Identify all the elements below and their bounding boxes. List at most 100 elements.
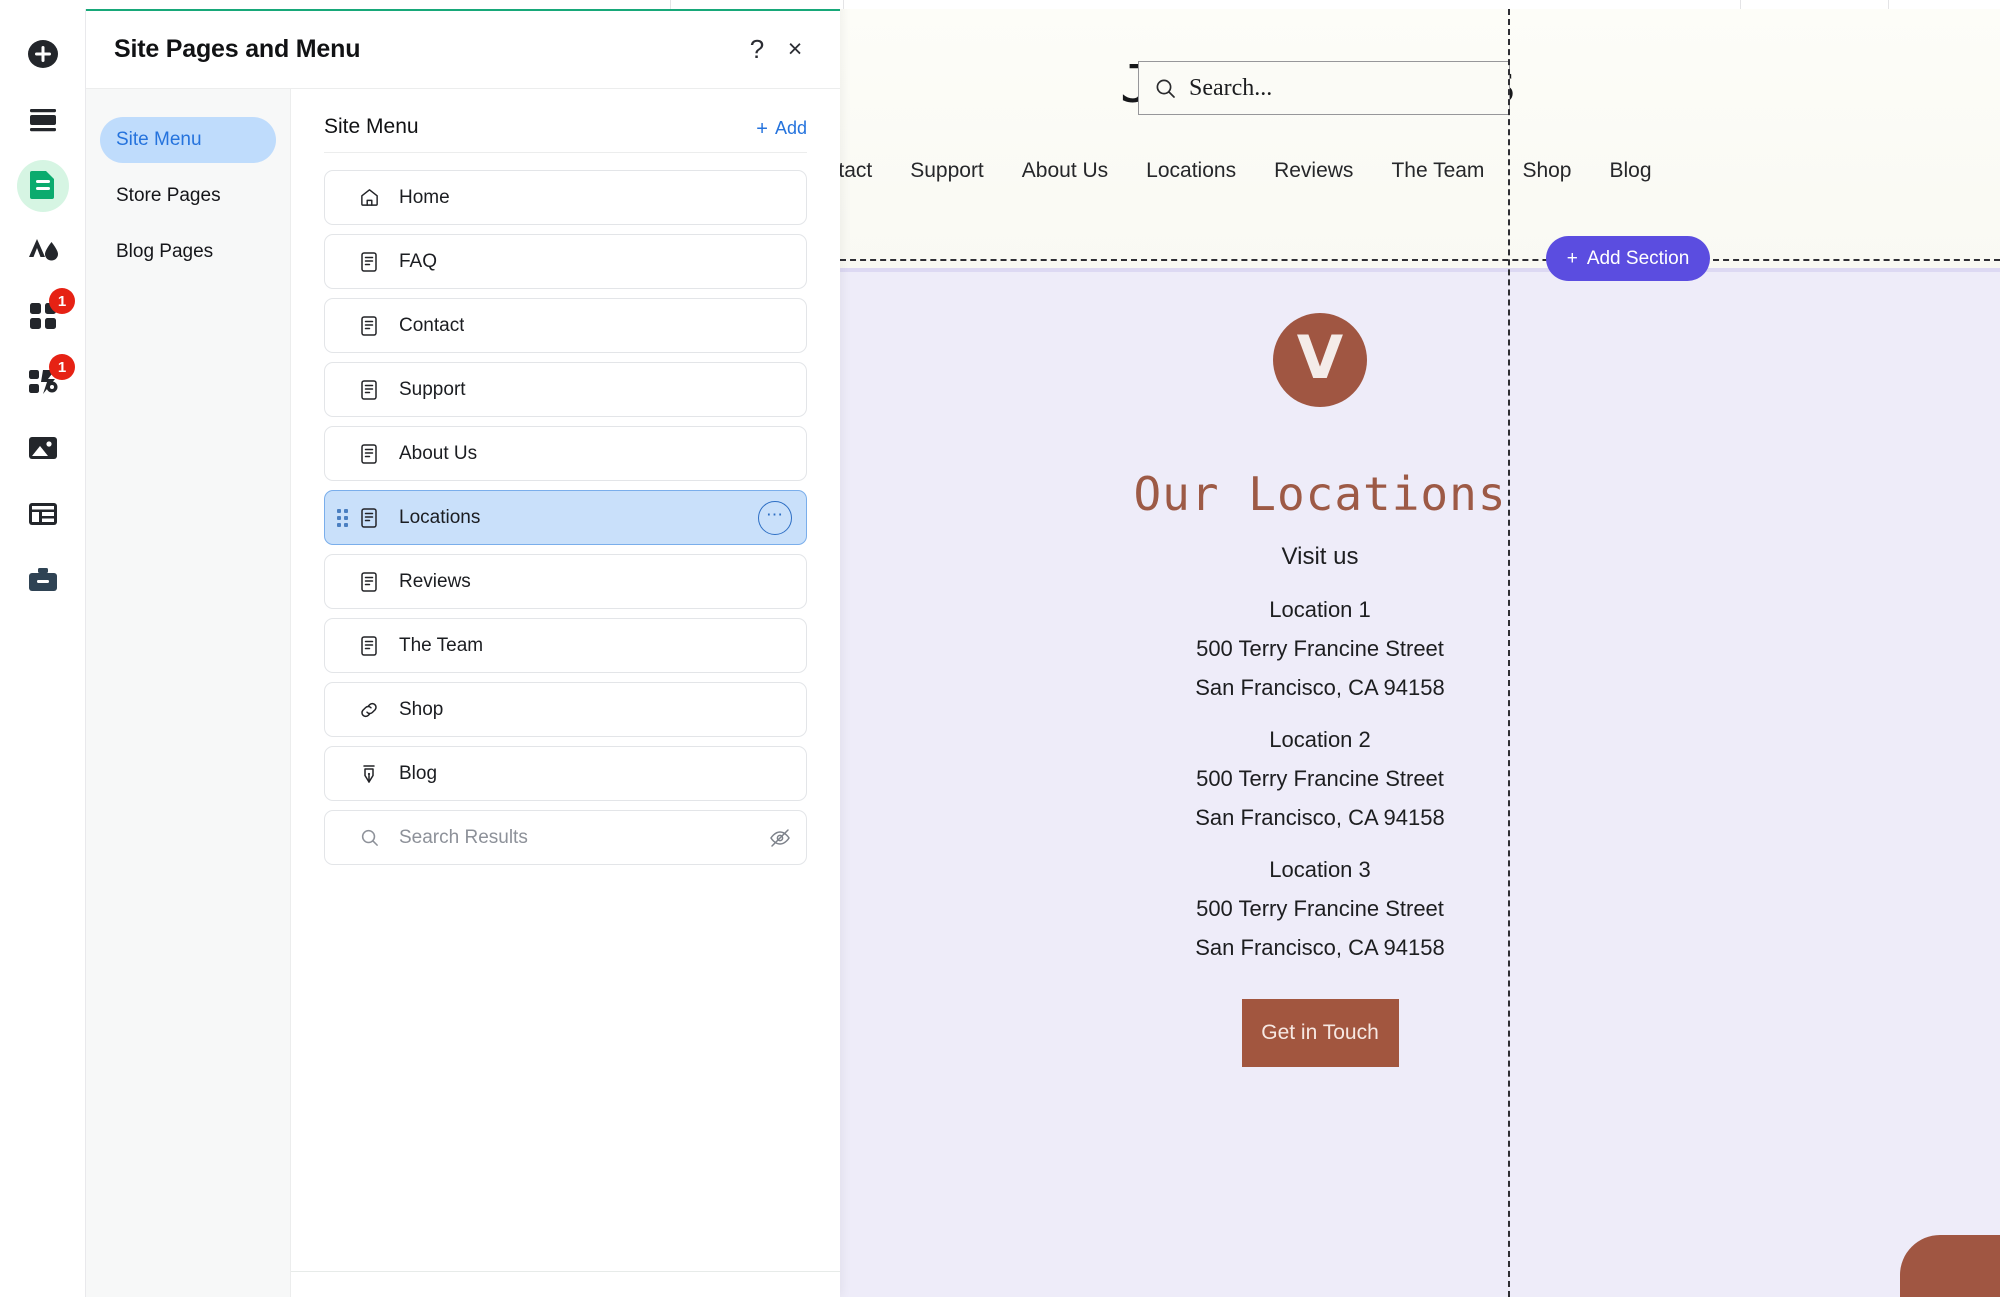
rail-item-sections[interactable] [0, 94, 86, 150]
pen-nib-icon [356, 763, 382, 785]
menu-item-label: Search Results [399, 826, 528, 848]
rail-item-pages[interactable] [0, 158, 86, 214]
top-strip-divider [1888, 0, 1889, 9]
page-icon [356, 571, 382, 593]
add-section-divider: + Add Section [840, 236, 2000, 281]
subnav-item-blog-pages[interactable]: Blog Pages [100, 229, 276, 275]
menu-item-blog[interactable]: Blog [324, 746, 807, 801]
subnav-label: Blog Pages [116, 241, 214, 262]
add-icon [26, 37, 60, 76]
site-nav-link-locations[interactable]: Locations [1146, 159, 1236, 183]
get-in-touch-button[interactable]: Get in Touch [1241, 999, 1399, 1067]
site-header: John's Shoes Search... ontact Support Ab… [840, 9, 2000, 268]
subnav-item-store-pages[interactable]: Store Pages [100, 173, 276, 219]
site-preview: John's Shoes Search... ontact Support Ab… [840, 9, 2000, 1297]
add-section-button[interactable]: + Add Section [1546, 236, 1710, 281]
menu-item-label: Locations [399, 506, 481, 528]
location-street: 500 Terry Francine Street [1196, 766, 1444, 791]
close-button[interactable]: × [776, 31, 814, 69]
add-section-label: Add Section [1586, 247, 1690, 269]
top-strip-divider [1740, 0, 1741, 9]
menu-item-support[interactable]: Support [324, 362, 807, 417]
help-button[interactable]: ? [738, 31, 776, 69]
menu-item-label: Blog [399, 762, 438, 784]
menu-item-label: Support [399, 378, 466, 400]
section-dashed-line [840, 259, 2000, 261]
logo-letter: V [1296, 323, 1344, 393]
location-street: 500 Terry Francine Street [1196, 896, 1444, 921]
menu-item-home[interactable]: Home [324, 170, 807, 225]
menu-item-about-us[interactable]: About Us [324, 426, 807, 481]
rail-item-business-tools[interactable] [0, 554, 86, 610]
location-name: Location 2 [1269, 727, 1371, 752]
site-nav-link-about-us[interactable]: About Us [1022, 159, 1108, 183]
page-icon [356, 251, 382, 273]
rail-item-content-manager[interactable] [0, 488, 86, 544]
menu-item-search-results[interactable]: Search Results [324, 810, 807, 865]
menu-item-label: About Us [399, 442, 478, 464]
subnav-item-site-menu[interactable]: Site Menu [100, 117, 276, 163]
page-icon [356, 315, 382, 337]
rail-item-design-theme[interactable] [0, 223, 86, 279]
site-nav-link-the-team[interactable]: The Team [1391, 159, 1484, 183]
menu-item-contact[interactable]: Contact [324, 298, 807, 353]
more-options-button[interactable]: ⋯ [758, 500, 792, 535]
menu-item-label: Shop [399, 698, 444, 720]
site-search-box[interactable]: Search... [1138, 61, 1510, 115]
site-menu-list: Home FAQ Contact Support About Us Locati… [324, 153, 807, 865]
section-subheading: Visit us [1281, 543, 1359, 570]
menu-item-the-team[interactable]: The Team [324, 618, 807, 673]
site-nav-link-shop[interactable]: Shop [1522, 159, 1571, 183]
page-title: Site Pages and Menu [114, 35, 361, 63]
subnav-label: Store Pages [116, 185, 221, 206]
rail-item-media[interactable] [0, 422, 86, 478]
menu-item-label: The Team [399, 634, 484, 656]
panel-header: Site Pages and Menu ? × [86, 11, 840, 89]
add-menu-item-button[interactable]: + Add [756, 118, 807, 139]
site-nav-link-contact[interactable]: ontact [840, 159, 872, 183]
apps-badge: 1 [49, 288, 75, 314]
plus-icon: + [1566, 247, 1578, 269]
editor-top-strip [0, 0, 2000, 9]
cta-wrapper: Get in Touch [840, 999, 1900, 1067]
location-street: 500 Terry Francine Street [1196, 636, 1444, 661]
location-block: Location 1 500 Terry Francine Street San… [840, 597, 1900, 701]
locations-section: V Our Locations Visit us Location 1 500 … [840, 268, 2000, 1297]
menu-list-header: Site Menu + Add [324, 89, 807, 153]
add-label: Add [774, 118, 807, 138]
design-theme-icon [26, 235, 60, 268]
menu-item-locations[interactable]: Locations ⋯ [324, 490, 807, 545]
location-city: San Francisco, CA 94158 [1195, 675, 1445, 700]
location-city: San Francisco, CA 94158 [1195, 805, 1445, 830]
content-manager-icon [27, 501, 59, 532]
subnav-label: Site Menu [116, 129, 202, 150]
plus-icon: + [756, 117, 768, 140]
section-heading: Our Locations [1133, 467, 1507, 521]
drag-handle-icon[interactable] [337, 508, 351, 527]
site-pages-panel: Site Pages and Menu ? × Site Menu Store … [86, 0, 840, 1297]
site-nav: ontact Support About Us Locations Review… [840, 159, 2000, 183]
menu-item-label: Home [399, 186, 450, 208]
site-nav-link-blog[interactable]: Blog [1609, 159, 1651, 183]
menu-item-label: FAQ [399, 250, 438, 272]
menu-item-reviews[interactable]: Reviews [324, 554, 807, 609]
left-icon-rail: 1 1 [0, 0, 86, 1297]
page-icon [356, 507, 382, 529]
rail-item-integrations[interactable]: 1 [0, 354, 86, 412]
site-nav-link-reviews[interactable]: Reviews [1274, 159, 1353, 183]
rail-item-add[interactable] [0, 28, 86, 84]
location-city: San Francisco, CA 94158 [1195, 935, 1445, 960]
rail-item-apps[interactable]: 1 [0, 288, 86, 346]
site-search-placeholder: Search... [1189, 74, 1273, 101]
menu-item-faq[interactable]: FAQ [324, 234, 807, 289]
home-icon [356, 187, 382, 208]
menu-item-shop[interactable]: Shop [324, 682, 807, 737]
menu-item-label: Contact [399, 314, 465, 336]
pages-icon [28, 168, 58, 205]
chat-widget-corner[interactable] [1900, 1235, 2000, 1297]
top-strip-divider [670, 0, 671, 9]
site-nav-link-support[interactable]: Support [910, 159, 984, 183]
right-boundary-dashed-line [1508, 9, 1510, 1297]
hidden-eye-icon[interactable] [768, 826, 792, 850]
integrations-badge: 1 [49, 354, 75, 380]
